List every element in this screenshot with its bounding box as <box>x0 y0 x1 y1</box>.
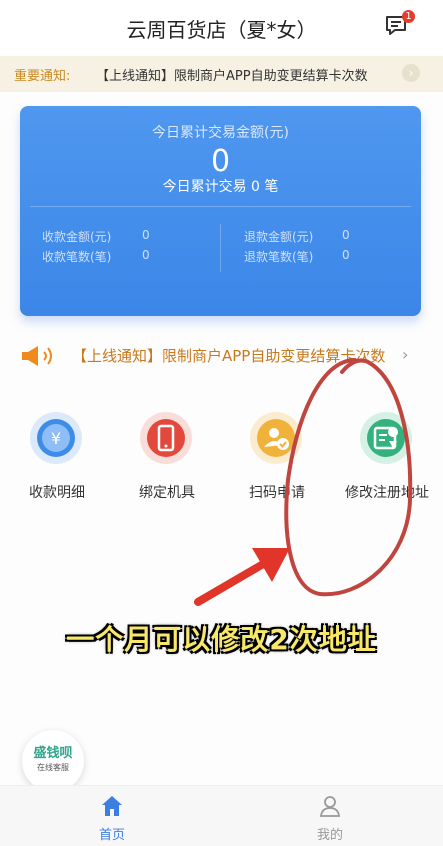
chat-brand: 盛钱呗 <box>33 746 73 761</box>
svg-text:¥: ¥ <box>51 429 61 448</box>
announcement-marquee[interactable]: 【上线通知】限制商户APP自助变更结算卡次数 <box>20 342 430 370</box>
bottom-tab-bar: 首页 我的 <box>0 785 443 846</box>
user-check-icon <box>250 412 302 464</box>
today-count-text: 今日累计交易 0 笔 <box>162 179 279 195</box>
chat-subtitle: 在线客服 <box>37 763 69 772</box>
speaker-icon <box>20 344 60 368</box>
today-amount-label: 今日累计交易金额(元) <box>152 125 289 141</box>
tab-label: 我的 <box>316 828 343 843</box>
today-amount-value: 0 <box>210 144 231 179</box>
refund-count-label: 退款笔数(笔) <box>244 250 314 264</box>
collect-amount-label: 收款金额(元) <box>42 230 112 244</box>
grid-item-bind-device[interactable]: 绑定机具 <box>112 412 222 502</box>
chevron-right-icon[interactable]: › <box>402 345 408 364</box>
grid-item-label: 扫码申请 <box>249 485 305 501</box>
annotation-caption: 一个月可以修改2次地址 <box>66 623 377 656</box>
notice-label: 重要通知: <box>14 69 71 84</box>
customer-service-button[interactable]: 盛钱呗 在线客服 <box>22 730 84 792</box>
top-bar: 云周百货店（夏*女） 1 <box>0 0 443 54</box>
refund-count-value: 0 <box>342 248 350 262</box>
grid-item-label: 绑定机具 <box>139 485 195 501</box>
tab-label: 首页 <box>98 828 125 843</box>
refund-amount-value: 0 <box>342 228 350 242</box>
unread-badge: 1 <box>402 10 415 23</box>
notice-bar[interactable]: 重要通知: 【上线通知】限制商户APP自助变更结算卡次数 <box>0 56 443 92</box>
chevron-right-icon[interactable]: › <box>402 64 420 82</box>
yuan-coin-icon: ¥ <box>30 412 82 464</box>
map-card-icon <box>360 412 412 464</box>
today-summary-card: 今日累计交易金额(元) 0 今日累计交易 0 笔 收款金额(元) 0 收款笔数(… <box>20 106 421 316</box>
collect-count-label: 收款笔数(笔) <box>42 250 112 264</box>
refund-amount-label: 退款金额(元) <box>244 230 314 244</box>
grid-item-payment-details[interactable]: ¥ 收款明细 <box>2 412 112 502</box>
divider <box>220 224 221 272</box>
phone-icon <box>140 412 192 464</box>
divider <box>30 206 411 207</box>
collect-amount-value: 0 <box>142 228 150 242</box>
grid-item-scan-apply[interactable]: 扫码申请 <box>222 412 332 502</box>
tab-home[interactable]: 首页 <box>72 794 152 844</box>
tab-mine[interactable]: 我的 <box>290 794 370 844</box>
notice-text: 【上线通知】限制商户APP自助变更结算卡次数 <box>96 69 368 84</box>
user-icon <box>318 794 342 818</box>
grid-item-label: 修改注册地址 <box>345 485 429 501</box>
collect-count-value: 0 <box>142 248 150 262</box>
announcement-text: 【上线通知】限制商户APP自助变更结算卡次数 <box>72 347 386 365</box>
grid-item-label: 收款明细 <box>29 485 85 501</box>
page-title: 云周百货店（夏*女） <box>126 18 317 42</box>
grid-item-edit-address[interactable]: 修改注册地址 <box>332 412 442 502</box>
home-icon <box>100 794 124 818</box>
